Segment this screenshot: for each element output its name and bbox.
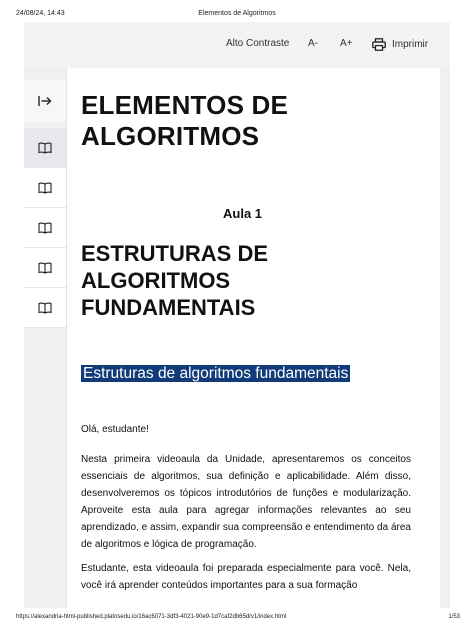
collapse-right-arrow-icon <box>38 96 52 106</box>
highlighted-subtitle: Estruturas de algoritmos fundamentais <box>81 364 381 384</box>
book-icon <box>38 302 52 314</box>
decrease-font-button[interactable]: A- <box>308 38 318 49</box>
section-title: ESTRUTURAS DE ALGORITMOS FUNDAMENTAIS <box>81 241 269 320</box>
print-header: 24/08/24, 14:43 Elementos de Algoritmos <box>0 10 474 22</box>
book-icon <box>38 262 52 274</box>
lesson-content: ELEMENTOS DE ALGORITMOS Aula 1 ESTRUTURA… <box>66 68 440 608</box>
sidebar-item-lesson-2[interactable] <box>24 168 66 208</box>
book-icon <box>38 222 52 234</box>
sidebar-toggle-button[interactable] <box>24 80 66 122</box>
page-title: ELEMENTOS DE ALGORITMOS <box>81 90 289 151</box>
sidebar-item-lesson-5[interactable] <box>24 288 66 328</box>
printer-icon <box>372 38 386 51</box>
increase-font-button[interactable]: A+ <box>340 38 353 49</box>
accessibility-toolbar: Alto Contraste A- A+ Imprimir <box>24 22 450 68</box>
print-document-title: Elementos de Algoritmos <box>198 10 276 17</box>
sidebar-item-lesson-4[interactable] <box>24 248 66 288</box>
print-page-number: 1/53 <box>448 614 460 620</box>
highlighted-subtitle-text: Estruturas de algoritmos fundamentais <box>81 365 351 382</box>
greeting-text: Olá, estudante! <box>81 424 149 435</box>
sidebar-item-lesson-1[interactable] <box>24 128 66 168</box>
print-url: https://alexandria-html-published.platos… <box>16 614 287 620</box>
print-label: Imprimir <box>392 39 429 50</box>
book-icon <box>38 182 52 194</box>
book-icon <box>38 142 52 154</box>
high-contrast-button[interactable]: Alto Contraste <box>226 38 289 49</box>
sidebar-item-lesson-3[interactable] <box>24 208 66 248</box>
lesson-label: Aula 1 <box>223 206 263 221</box>
print-button[interactable]: Imprimir <box>372 38 428 51</box>
video-paragraph: Estudante, esta videoaula foi preparada … <box>81 563 411 591</box>
intro-paragraph: Nesta primeira videoaula da Unidade, apr… <box>81 454 411 550</box>
print-footer: https://alexandria-html-published.platos… <box>0 614 474 626</box>
sidebar-nav <box>24 80 66 328</box>
